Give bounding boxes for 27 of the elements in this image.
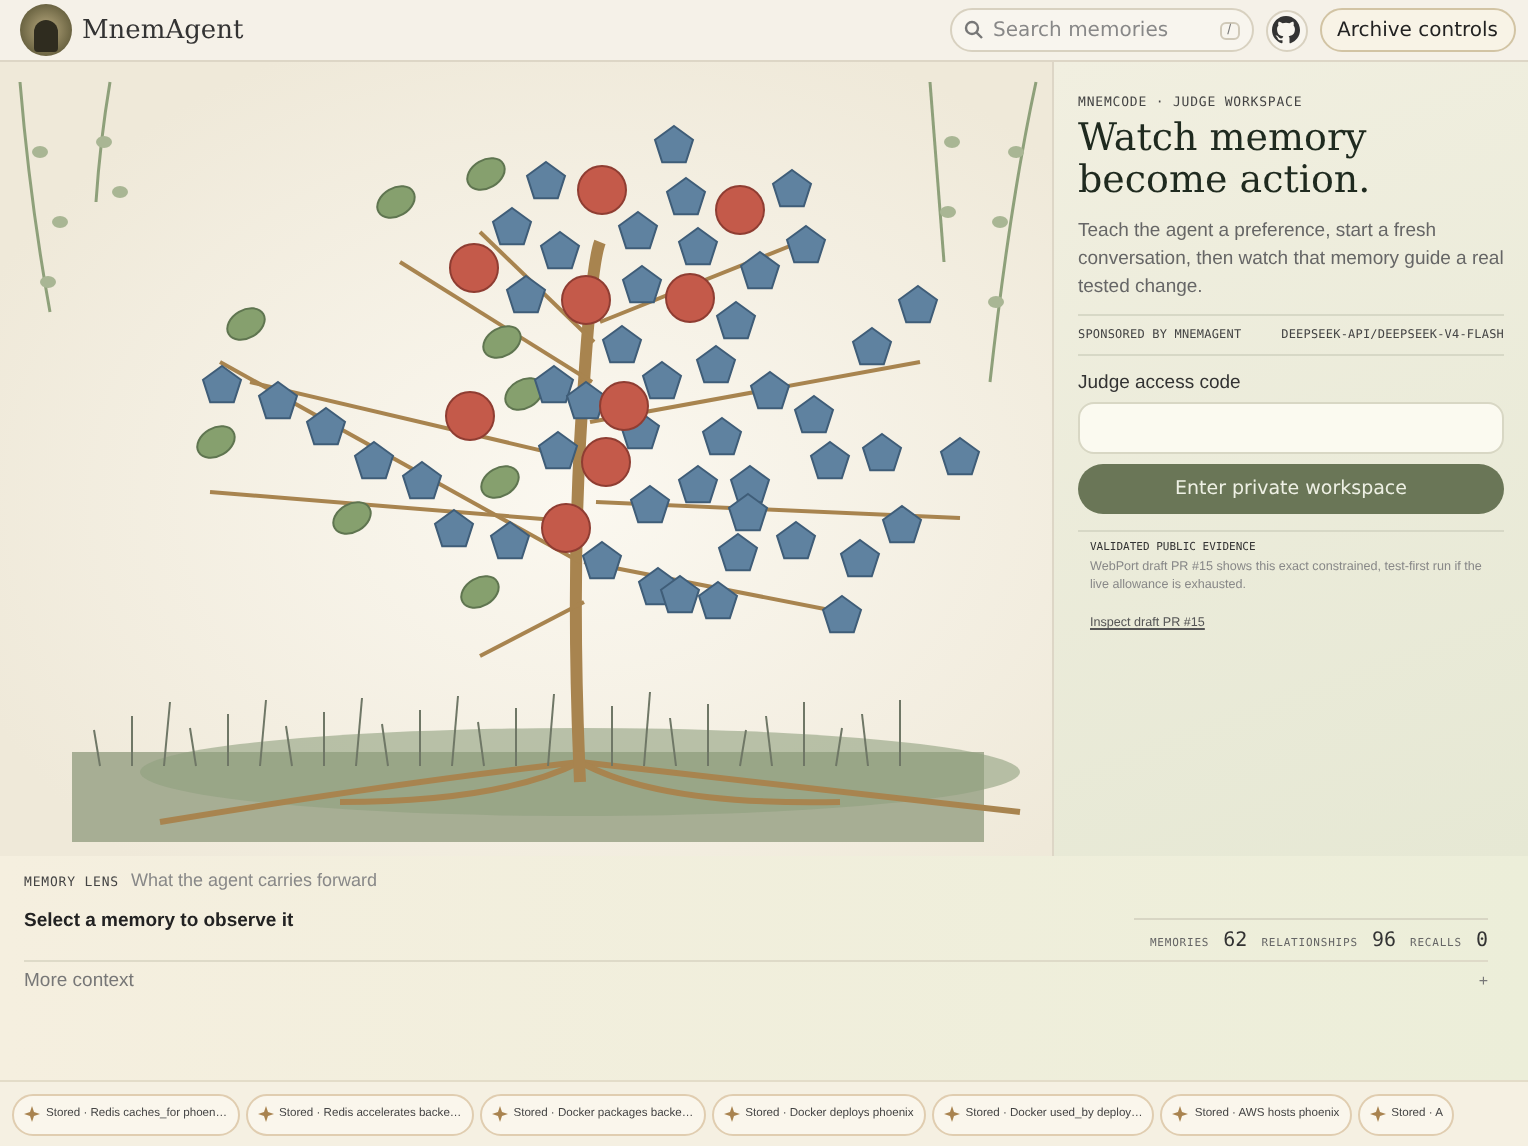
github-icon bbox=[1272, 16, 1301, 44]
field-label: Judge access code bbox=[1078, 372, 1243, 394]
stat-value: 96 bbox=[1371, 930, 1396, 952]
archive-controls-button[interactable]: Archive controls bbox=[1319, 8, 1516, 52]
intro-paragraph: Teach the agent a preference, start a fresh conversation, then watch that memory guide a real tested change. bbox=[1078, 218, 1504, 302]
sparkle-icon bbox=[24, 1106, 40, 1122]
headline: Watch memory become action. bbox=[1078, 118, 1373, 202]
expand-icon: + bbox=[1478, 972, 1488, 990]
stat-value: 0 bbox=[1475, 930, 1488, 952]
sparkle-icon bbox=[943, 1106, 960, 1122]
sparkle-icon bbox=[257, 1106, 274, 1122]
search-field[interactable]: Search memories bbox=[993, 19, 1210, 41]
brand-name: MnemAgent bbox=[82, 15, 244, 45]
sparkle-icon bbox=[1369, 1106, 1386, 1122]
more-context-label: More context bbox=[24, 970, 134, 992]
sparkle-icon bbox=[1172, 1106, 1189, 1122]
enter-workspace-button[interactable]: Enter private workspace bbox=[1078, 464, 1504, 514]
sparkle-icon bbox=[491, 1106, 508, 1122]
search-icon bbox=[963, 20, 984, 40]
avatar-logo-icon bbox=[20, 4, 72, 56]
access-code-field[interactable] bbox=[1078, 402, 1504, 454]
stat-value: 62 bbox=[1223, 930, 1248, 952]
github-button[interactable] bbox=[1265, 9, 1308, 51]
sparkle-icon bbox=[723, 1106, 740, 1122]
more-context-toggle[interactable]: More context + bbox=[24, 960, 1488, 1000]
lens-prompt: Select a memory to observe it bbox=[24, 910, 294, 932]
lens-subtitle: What the agent carries forward bbox=[130, 870, 378, 890]
